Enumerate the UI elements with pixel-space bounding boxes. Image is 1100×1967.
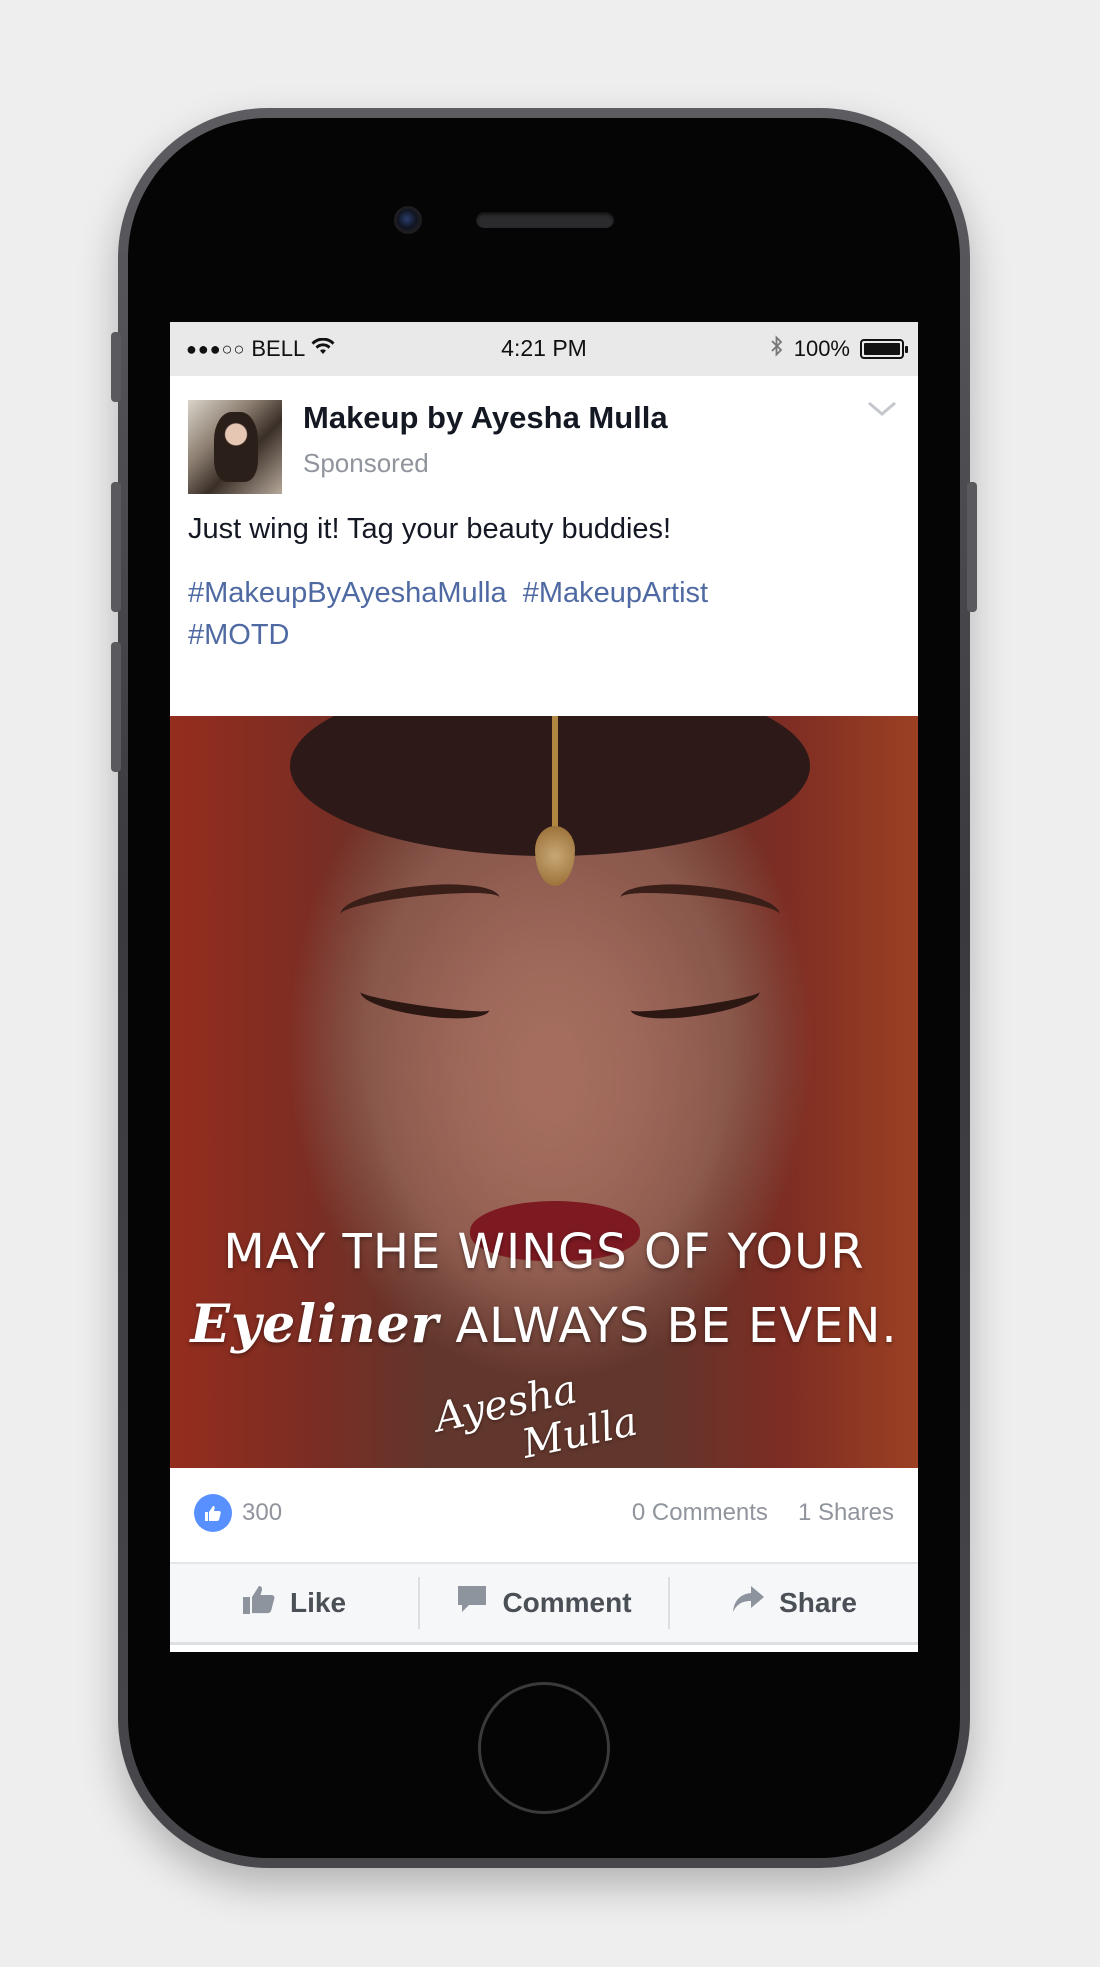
status-right: 100% (770, 335, 908, 363)
share-label: Share (779, 1587, 857, 1618)
volume-up-button (111, 482, 121, 612)
like-count[interactable]: 300 (242, 1499, 282, 1527)
avatar-photo (214, 412, 258, 482)
battery-level (864, 343, 900, 355)
hashtag-link[interactable]: #MakeupArtist (523, 577, 708, 609)
battery-percent: 100% (793, 336, 850, 361)
comments-count[interactable]: 0 Comments (632, 1499, 768, 1527)
hashtag-link[interactable]: #MOTD (188, 619, 290, 651)
like-button[interactable]: Like (170, 1577, 418, 1629)
comment-label: Comment (502, 1587, 632, 1618)
like-reaction-icon (194, 1494, 232, 1532)
like-label: Like (289, 1587, 347, 1618)
bluetooth-icon (770, 335, 784, 363)
battery-icon (860, 339, 908, 359)
image-quote-line-2-rest: ALWAYS BE EVEN. (455, 1298, 898, 1354)
status-bar: ●●●○○ BELL 4:21 PM 100% (170, 322, 918, 376)
hashtag-link[interactable]: #MakeupByAyeshaMulla (188, 577, 507, 609)
post-header: Makeup by Ayesha Mulla Sponsored (170, 376, 918, 496)
hashtags: #MakeupByAyeshaMulla #MakeupArtist #MOTD (170, 550, 918, 656)
shares-count[interactable]: 1 Shares (798, 1499, 894, 1527)
phone-screen: ●●●○○ BELL 4:21 PM 100% Makeup by Ayesha… (170, 322, 918, 1652)
mute-switch (111, 332, 121, 402)
front-camera (394, 206, 422, 234)
home-button[interactable] (478, 1682, 610, 1814)
thumbs-up-icon (242, 1583, 276, 1623)
engagement-stats: 300 0 Comments 1 Shares (170, 1468, 918, 1558)
page-avatar[interactable] (188, 400, 282, 494)
post-image[interactable]: MAY THE WINGS OF YOUR Eyeliner ALWAYS BE… (170, 716, 918, 1468)
share-button[interactable]: Share (668, 1577, 918, 1629)
image-quote-line-2: Eyeliner ALWAYS BE EVEN. (170, 1294, 918, 1355)
page-name[interactable]: Makeup by Ayesha Mulla (303, 400, 668, 436)
share-arrow-icon (731, 1584, 765, 1622)
volume-down-button (111, 642, 121, 772)
comment-button[interactable]: Comment (418, 1577, 668, 1629)
image-overlay (170, 716, 918, 1468)
sponsored-label: Sponsored (303, 448, 429, 478)
image-quote-script-word: Eyeliner (190, 1294, 440, 1355)
power-button (967, 482, 977, 612)
bottom-divider (170, 1642, 918, 1645)
chevron-down-icon[interactable] (866, 392, 898, 426)
image-quote-line-1: MAY THE WINGS OF YOUR (223, 1224, 865, 1280)
action-bar: Like Comment Share (170, 1564, 918, 1642)
earpiece-speaker (476, 212, 614, 228)
post-text: Just wing it! Tag your beauty buddies! (188, 513, 672, 545)
comment-icon (456, 1584, 488, 1622)
